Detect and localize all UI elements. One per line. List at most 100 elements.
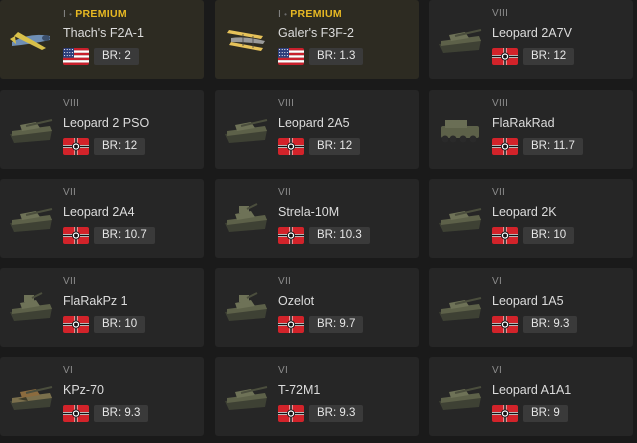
- rank-text: VII: [278, 187, 292, 198]
- battle-rating-badge: BR: 12: [309, 138, 361, 155]
- germany-flag-icon: [492, 316, 518, 333]
- rank-text: VI: [63, 365, 74, 376]
- germany-flag-icon: [492, 48, 518, 65]
- battle-rating-badge: BR: 12: [523, 48, 575, 65]
- vehicle-name: Leopard 2 PSO: [63, 116, 150, 130]
- germany-flag-icon: [278, 138, 304, 155]
- tank-icon: [221, 201, 271, 237]
- vehicle-name: Leopard 2A5: [278, 116, 350, 130]
- separator-dot: •: [69, 10, 73, 19]
- usa-flag-icon: [63, 48, 89, 65]
- tank-icon: [435, 290, 485, 326]
- rank-text: VIII: [63, 98, 80, 109]
- rank-text: VII: [278, 276, 292, 287]
- rank-text: VII: [492, 187, 506, 198]
- vehicle-card[interactable]: VIII Leopard 2A7V BR: 12: [429, 0, 633, 79]
- tank-icon: [6, 112, 56, 148]
- rank-label: VIII: [63, 98, 79, 109]
- rank-text: VIII: [492, 98, 509, 109]
- vehicle-card[interactable]: VII FlaRakPz 1 BR: 10: [0, 268, 204, 347]
- battle-rating-badge: BR: 9.3: [309, 405, 364, 422]
- germany-flag-icon: [63, 316, 89, 333]
- battle-rating-badge: BR: 10: [94, 316, 146, 333]
- vehicle-card[interactable]: VIII FlaRakRad BR: 11.7: [429, 90, 633, 169]
- rank-label: VII: [63, 276, 76, 287]
- vehicle-name: FlaRakPz 1: [63, 294, 128, 308]
- truck-icon: [435, 112, 485, 148]
- rank-text: VIII: [278, 98, 295, 109]
- usa-flag-icon: [278, 48, 304, 65]
- rank-text: VII: [63, 276, 77, 287]
- rank-label: VII: [63, 187, 76, 198]
- tank-icon: [221, 290, 271, 326]
- premium-label: PREMIUM: [75, 8, 127, 20]
- vehicle-card[interactable]: VII Strela-10M BR: 10.3: [215, 179, 419, 258]
- battle-rating-badge: BR: 9.3: [94, 405, 149, 422]
- vehicle-name: Ozelot: [278, 294, 315, 308]
- vehicle-name: Leopard 2A4: [63, 205, 135, 219]
- battle-rating-badge: BR: 2: [94, 48, 139, 65]
- vehicle-name: FlaRakRad: [492, 116, 555, 130]
- rank-label: I • PREMIUM: [278, 8, 342, 20]
- tank-icon: [435, 201, 485, 237]
- germany-flag-icon: [278, 405, 304, 422]
- vehicle-card[interactable]: VII Leopard 2K BR: 10: [429, 179, 633, 258]
- vehicle-card[interactable]: I • PREMIUM Thach's F2A-1 BR: 2: [0, 0, 204, 79]
- tank-icon: [221, 379, 271, 415]
- rank-label: I • PREMIUM: [63, 8, 127, 20]
- vehicle-name: Leopard A1A1: [492, 383, 572, 397]
- battle-rating-badge: BR: 11.7: [523, 138, 583, 155]
- battle-rating-badge: BR: 9: [523, 405, 568, 422]
- vehicle-card[interactable]: VIII Leopard 2A5 BR: 12: [215, 90, 419, 169]
- tank-icon: [435, 379, 485, 415]
- rank-text: VI: [278, 365, 289, 376]
- vehicle-name: Thach's F2A-1: [63, 26, 144, 40]
- rank-label: VIII: [278, 98, 294, 109]
- germany-flag-icon: [63, 138, 89, 155]
- vehicle-card[interactable]: VII Ozelot BR: 9.7: [215, 268, 419, 347]
- rank-label: VIII: [492, 98, 508, 109]
- vehicle-name: Leopard 2A7V: [492, 26, 572, 40]
- battle-rating-badge: BR: 9.7: [309, 316, 364, 333]
- tank-icon: [6, 201, 56, 237]
- rank-label: VI: [278, 365, 288, 376]
- vehicle-name: T-72M1: [278, 383, 321, 397]
- rank-label: VII: [278, 276, 291, 287]
- tank-icon: [6, 290, 56, 326]
- vehicle-card[interactable]: VI T-72M1 BR: 9.3: [215, 357, 419, 436]
- vehicle-card[interactable]: VII Leopard 2A4 BR: 10.7: [0, 179, 204, 258]
- aircraft-icon: [6, 22, 56, 58]
- rank-text: I: [278, 9, 282, 20]
- tank-icon: [221, 112, 271, 148]
- rank-text: VII: [63, 187, 77, 198]
- rank-text: VI: [492, 365, 503, 376]
- rank-label: VII: [278, 187, 291, 198]
- vehicle-card[interactable]: VI Leopard 1A5 BR: 9.3: [429, 268, 633, 347]
- germany-flag-icon: [492, 227, 518, 244]
- vehicle-card[interactable]: VI KPz-70 BR: 9.3: [0, 357, 204, 436]
- battle-rating-badge: BR: 9.3: [523, 316, 578, 333]
- germany-flag-icon: [63, 405, 89, 422]
- separator-dot: •: [284, 10, 288, 19]
- battle-rating-badge: BR: 10.3: [309, 227, 370, 244]
- vehicle-name: KPz-70: [63, 383, 104, 397]
- battle-rating-badge: BR: 10: [523, 227, 575, 244]
- germany-flag-icon: [278, 227, 304, 244]
- germany-flag-icon: [492, 405, 518, 422]
- vehicle-card[interactable]: I • PREMIUM Galer's F3F-2 BR: 1.3: [215, 0, 419, 79]
- vehicle-grid: I • PREMIUM Thach's F2A-1 BR: 2 I • PREMIUM Gale…: [0, 0, 637, 443]
- tank-icon: [6, 379, 56, 415]
- rank-label: VI: [63, 365, 73, 376]
- tank-icon: [435, 22, 485, 58]
- rank-text: VIII: [492, 8, 509, 19]
- rank-label: VI: [492, 365, 502, 376]
- vehicle-name: Strela-10M: [278, 205, 340, 219]
- rank-label: VII: [492, 187, 505, 198]
- battle-rating-badge: BR: 10.7: [94, 227, 155, 244]
- vehicle-card[interactable]: VIII Leopard 2 PSO BR: 12: [0, 90, 204, 169]
- germany-flag-icon: [278, 316, 304, 333]
- rank-label: VIII: [492, 8, 508, 19]
- vehicle-name: Leopard 1A5: [492, 294, 564, 308]
- vehicle-card[interactable]: VI Leopard A1A1 BR: 9: [429, 357, 633, 436]
- rank-text: I: [63, 9, 67, 20]
